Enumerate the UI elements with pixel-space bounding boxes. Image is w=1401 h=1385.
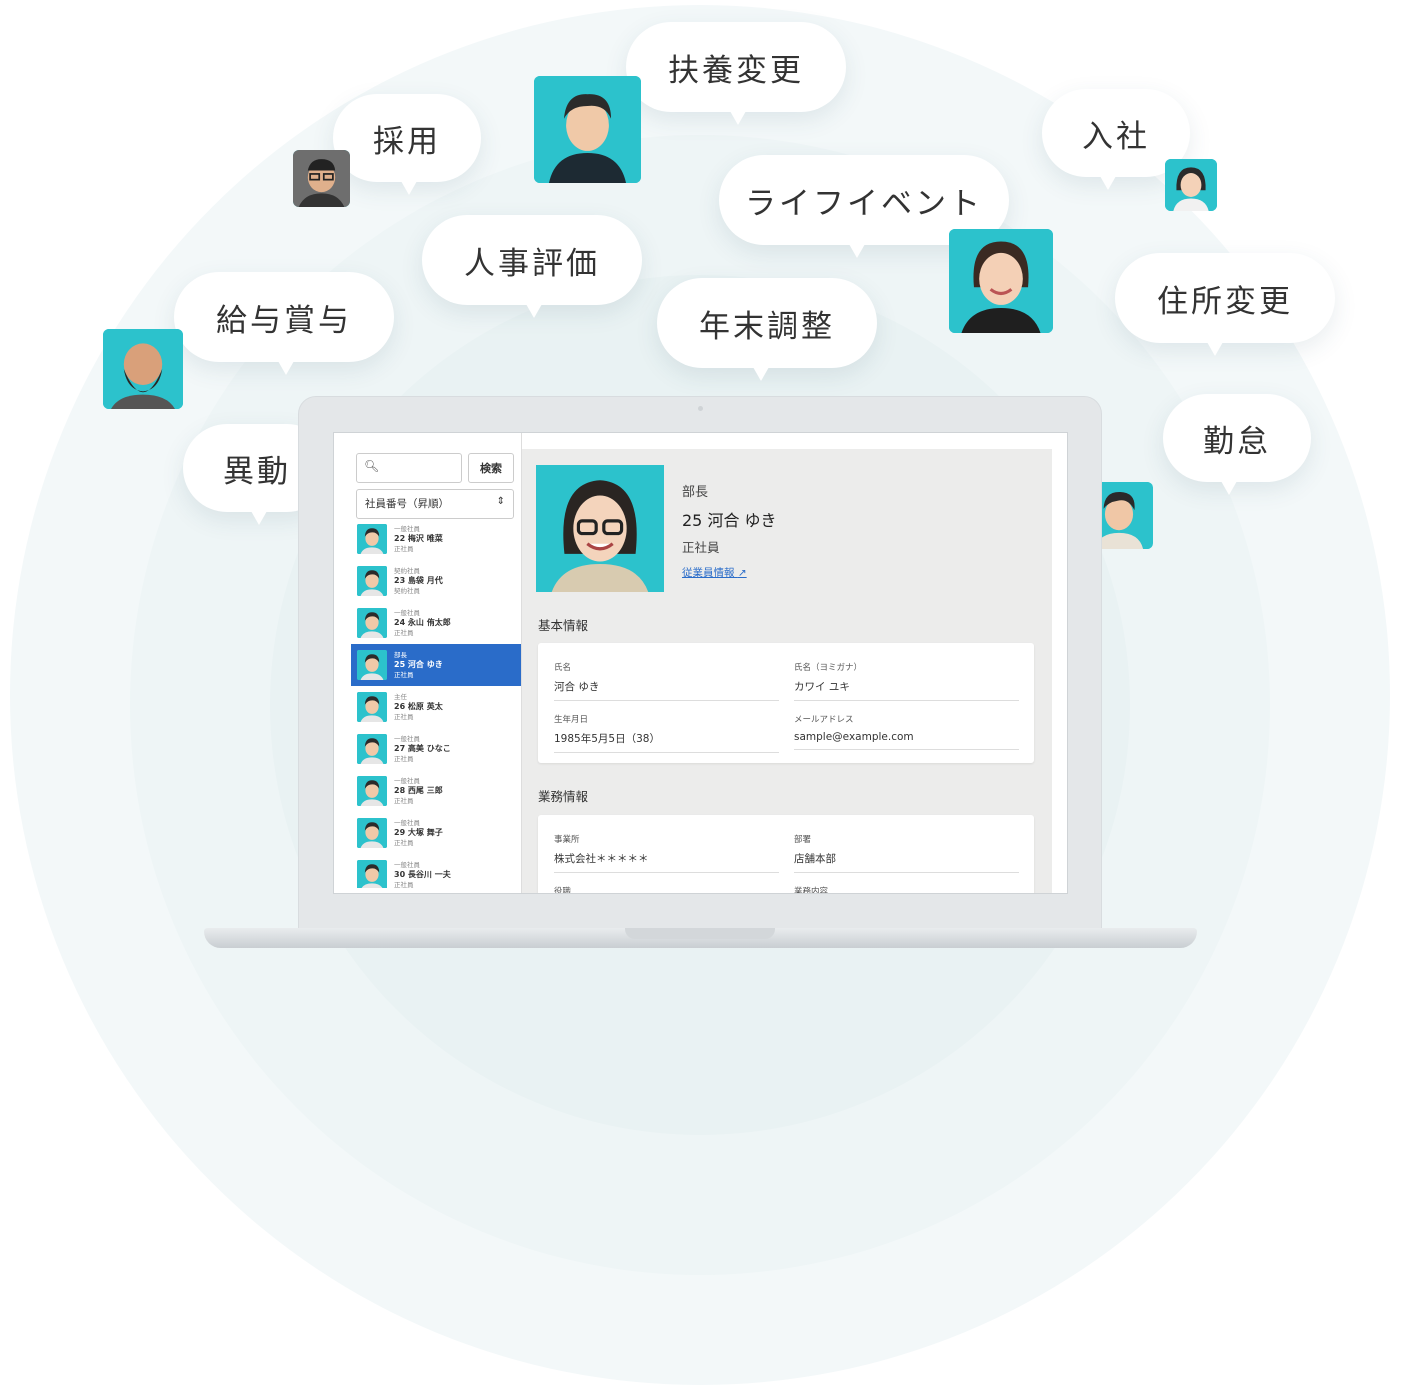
employee-role: 主任 <box>394 693 407 701</box>
field-name: 氏名 河合 ゆき <box>554 661 779 701</box>
employee-role: 一般社員 <box>394 525 420 533</box>
employee-role: 一般社員 <box>394 735 420 743</box>
employee-type: 正社員 <box>394 755 414 763</box>
employee-name: 23 島袋 月代 <box>394 576 443 585</box>
employee-list-item[interactable]: 一般社員 22 梅沢 唯菜 正社員 <box>351 518 521 560</box>
laptop-notch <box>625 928 775 939</box>
employee-list-item[interactable]: 一般社員 28 西尾 三郎 正社員 <box>351 770 521 812</box>
employee-list-item[interactable]: 一般社員 27 高美 ひなこ 正社員 <box>351 728 521 770</box>
employee-role: 一般社員 <box>394 777 420 785</box>
employee-list: 一般社員 22 梅沢 唯菜 正社員 契約社員 23 島袋 月代 契約社員 一般社員 24 永山… <box>351 518 521 888</box>
employee-name: 22 梅沢 唯菜 <box>394 534 443 543</box>
employee-list-item[interactable]: 一般社員 24 永山 侑太郎 正社員 <box>351 602 521 644</box>
employee-list-item[interactable]: 一般社員 30 長谷川 一夫 正社員 <box>351 854 521 888</box>
employee-name: 29 大塚 舞子 <box>394 828 443 837</box>
bubble-saiyo: 採用 <box>333 94 481 195</box>
employee-thumbnail <box>357 608 387 638</box>
employee-list-item[interactable]: 契約社員 23 島袋 月代 契約社員 <box>351 560 521 602</box>
employee-thumbnail <box>357 734 387 764</box>
sort-select[interactable]: 社員番号（昇順） ⇕ <box>356 489 514 519</box>
field-duty: 業務内容 <box>794 887 829 894</box>
field-kana: 氏名（ヨミガナ） カワイ ユキ <box>794 661 1019 701</box>
avatar-man-center <box>534 76 641 183</box>
employee-photo <box>536 465 664 592</box>
employee-detail: 部長 25 河合 ゆき 正社員 従業員情報 ↗ 基本情報 氏名 河合 ゆき 氏名… <box>522 449 1052 894</box>
field-office: 事業所 株式会社＊＊＊＊＊ <box>554 833 779 873</box>
avatar-bearded-man <box>103 329 183 409</box>
employee-name: 26 松原 英太 <box>394 702 443 711</box>
employee-info-link[interactable]: 従業員情報 ↗ <box>682 565 747 580</box>
employee-name: 30 長谷川 一夫 <box>394 870 451 879</box>
external-link-icon: ↗ <box>737 567 747 579</box>
employee-list-item[interactable]: 主任 26 松原 英太 正社員 <box>351 686 521 728</box>
employee-thumbnail <box>357 818 387 848</box>
employee-role: 一般社員 <box>394 609 420 617</box>
employee-thumbnail <box>357 692 387 722</box>
employee-name: 24 永山 侑太郎 <box>394 618 451 627</box>
employee-sidebar: 🔍︎ 検索 社員番号（昇順） ⇕ 一般社員 22 梅沢 唯菜 正社員 契約社員 23 島… <box>334 433 522 893</box>
employee-role: 一般社員 <box>394 819 420 827</box>
field-birthdate: 生年月日 1985年5月5日（38） <box>554 713 779 753</box>
employee-name: 28 西尾 三郎 <box>394 786 443 795</box>
search-button[interactable]: 検索 <box>468 453 514 483</box>
avatar-man-glasses <box>293 150 350 207</box>
employee-name: 25 河合 ゆき <box>394 660 443 669</box>
select-arrows-icon: ⇕ <box>496 496 505 507</box>
employee-type: 契約社員 <box>394 587 420 595</box>
detail-position: 部長 <box>682 485 709 500</box>
employee-thumbnail <box>357 776 387 806</box>
employee-thumbnail <box>357 860 387 888</box>
employee-type: 正社員 <box>394 713 414 721</box>
laptop-screen: 🔍︎ 検索 社員番号（昇順） ⇕ 一般社員 22 梅沢 唯菜 正社員 契約社員 23 島… <box>333 432 1068 894</box>
basic-info-title: 基本情報 <box>538 618 589 633</box>
employee-type: 正社員 <box>394 671 414 679</box>
detail-employment-type: 正社員 <box>682 540 720 555</box>
laptop-camera <box>698 406 703 411</box>
employee-type: 正社員 <box>394 545 414 553</box>
employee-thumbnail <box>357 566 387 596</box>
field-email: メールアドレス sample@example.com <box>794 713 1019 750</box>
work-info-card: 事業所 株式会社＊＊＊＊＊ 部署 店舗本部 役職 業務内容 <box>538 815 1034 894</box>
search-input[interactable]: 🔍︎ <box>356 453 462 483</box>
employee-type: 正社員 <box>394 797 414 805</box>
employee-name: 27 高美 ひなこ <box>394 744 451 753</box>
employee-thumbnail <box>357 650 387 680</box>
employee-type: 正社員 <box>394 629 414 637</box>
bubble-nenmatsu-chosei: 年末調整 <box>657 278 877 381</box>
detail-name: 25 河合 ゆき <box>682 511 777 530</box>
employee-role: 契約社員 <box>394 567 420 575</box>
bubble-kintai: 勤怠 <box>1163 394 1311 495</box>
employee-list-item[interactable]: 部長 25 河合 ゆき 正社員 <box>351 644 521 686</box>
basic-info-card: 氏名 河合 ゆき 氏名（ヨミガナ） カワイ ユキ 生年月日 1985年5月5日（… <box>538 643 1034 763</box>
avatar-woman-smiling <box>949 229 1053 333</box>
employee-type: 正社員 <box>394 881 414 888</box>
bubble-fuyo-henko: 扶養変更 <box>626 22 846 125</box>
search-icon: 🔍︎ <box>364 459 380 473</box>
bubble-jusho-henko: 住所変更 <box>1115 253 1335 356</box>
bubble-jinji-hyoka: 人事評価 <box>422 215 642 318</box>
field-post: 役職 <box>554 887 572 894</box>
employee-role: 部長 <box>394 651 407 659</box>
employee-type: 正社員 <box>394 839 414 847</box>
bubble-kyuyo-shoyo: 給与賞与 <box>174 272 394 375</box>
employee-role: 一般社員 <box>394 861 420 869</box>
employee-list-item[interactable]: 一般社員 29 大塚 舞子 正社員 <box>351 812 521 854</box>
employee-thumbnail <box>357 524 387 554</box>
work-info-title: 業務情報 <box>538 789 589 804</box>
field-department: 部署 店舗本部 <box>794 833 1019 873</box>
avatar-woman-top-right <box>1165 159 1217 211</box>
